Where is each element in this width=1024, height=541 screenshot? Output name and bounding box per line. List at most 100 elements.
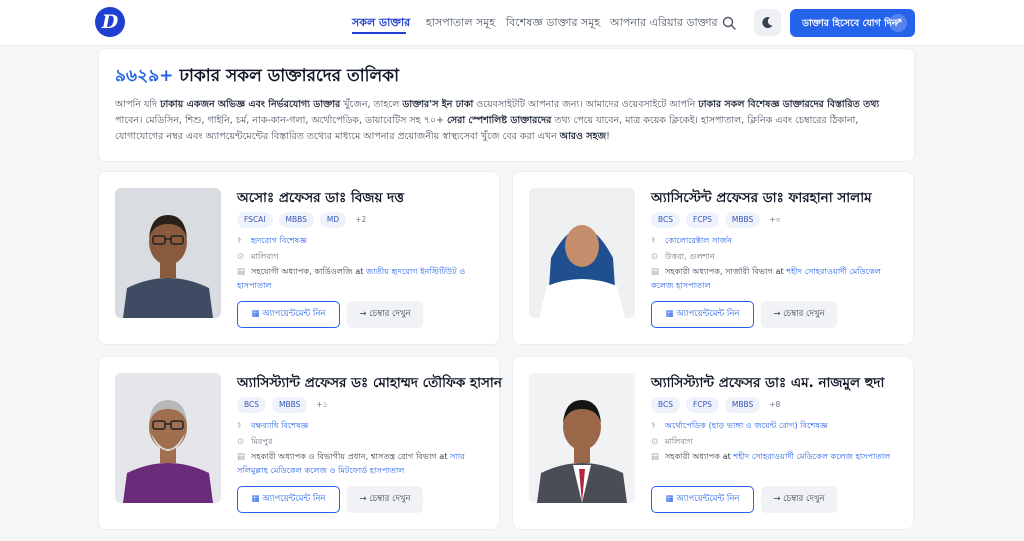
moon-icon xyxy=(762,17,773,29)
more-degrees-badge: +৩ xyxy=(769,215,781,224)
calendar-icon: ▦ xyxy=(665,309,677,319)
arrow-right-icon: → xyxy=(773,494,784,504)
location-row: ⊙ মিরপুর xyxy=(237,435,272,449)
view-chamber-button[interactable]: → চেম্বার দেখুন xyxy=(761,301,837,328)
specialty-row: ⚕ হৃদরোগ বিশেষজ্ঞ xyxy=(237,234,307,248)
at-text: at xyxy=(436,451,451,461)
degree-badge: MD xyxy=(319,212,347,228)
description-highlight: আরও সহজ xyxy=(559,131,607,142)
map-pin-icon: ⊙ xyxy=(651,437,659,447)
book-appointment-label: অ্যাপয়েন্টমেন্ট নিন xyxy=(262,309,326,319)
doctor-location: মালিবাগ xyxy=(251,251,279,261)
degree-badges: FSCAI MBBS MD +2 xyxy=(237,212,369,228)
view-chamber-label: চেম্বার দেখুন xyxy=(369,494,411,504)
degree-badges: BCS FCPS MBBS +8 xyxy=(651,397,783,413)
degree-badge: BCS xyxy=(237,397,267,413)
calendar-icon: ▦ xyxy=(251,309,263,319)
doctor-name[interactable]: অ্যাসিস্ট্যান্ট প্রফেসর ডাঃ এম. নাজমুল হ… xyxy=(651,372,884,395)
stethoscope-icon: ⚕ xyxy=(237,236,242,246)
degree-badge: BCS xyxy=(651,212,681,228)
book-appointment-button[interactable]: ▦ অ্যাপয়েন্টমেন্ট নিন xyxy=(237,301,340,328)
view-chamber-button[interactable]: → চেম্বার দেখুন xyxy=(347,301,423,328)
doctor-position: সহকারী অধ্যাপক, সার্জারী বিভাগ xyxy=(665,266,773,276)
doctor-specialty: হৃদরোগ বিশেষজ্ঞ xyxy=(251,235,307,245)
specialty-row: ⚕ বক্ষব্যাধি বিশেষজ্ঞ xyxy=(237,419,308,433)
location-row: ⊙ মালিবাগ xyxy=(237,250,279,264)
description-text: ! xyxy=(606,131,610,142)
book-appointment-label: অ্যাপয়েন্টমেন্ট নিন xyxy=(676,494,740,504)
description-highlight: ঢাকার সকল বিশেষজ্ঞ ডাক্তারদের বিস্তারিত … xyxy=(698,99,880,110)
degree-badges: BCS FCPS MBBS +৩ xyxy=(651,212,783,228)
view-chamber-label: চেম্বার দেখুন xyxy=(783,309,825,319)
doctor-name[interactable]: অসোঃ প্রফেসর ডাঃ বিজয় দত্ত xyxy=(237,187,404,210)
arrow-up-right-icon: ↗ xyxy=(889,14,907,32)
location-row: ⊙ মালিবাগ xyxy=(651,435,693,449)
doctor-photo xyxy=(115,188,221,318)
theme-toggle-button[interactable] xyxy=(754,9,781,36)
view-chamber-button[interactable]: → চেম্বার দেখুন xyxy=(761,486,837,513)
arrow-right-icon: → xyxy=(359,309,370,319)
building-icon: ▤ xyxy=(651,267,660,277)
nav-all-doctors[interactable]: সকল ডাক্তার xyxy=(352,14,410,33)
location-row: ⊙ উত্তরা, গুলশান xyxy=(651,250,715,264)
book-appointment-button[interactable]: ▦ অ্যাপয়েন্টমেন্ট নিন xyxy=(651,486,754,513)
degree-badge: FSCAI xyxy=(237,212,273,228)
doctor-card: অ্যাসিস্ট্যান্ট প্রফেসর ডঃ মোহাম্মদ তৌফি… xyxy=(98,356,502,530)
description-text: খুঁজেন, তাহলে xyxy=(340,99,403,110)
degree-badge: FCPS xyxy=(686,212,719,228)
book-appointment-button[interactable]: ▦ অ্যাপয়েন্টমেন্ট নিন xyxy=(237,486,340,513)
doctor-photo xyxy=(529,188,635,318)
doctor-institution[interactable]: শহীদ সোহরাওয়ার্দী মেডিকেল কলেজ হাসপাতাল xyxy=(733,451,890,461)
building-icon: ▤ xyxy=(237,452,246,462)
view-chamber-label: চেম্বার দেখুন xyxy=(783,494,825,504)
map-pin-icon: ⊙ xyxy=(237,252,245,262)
more-degrees-badge: +১ xyxy=(316,400,328,409)
workplace-row: ▤ সহকারী অধ্যাপক ও বিভাগীয় প্রধান, শ্বাস… xyxy=(237,450,487,477)
at-text: at xyxy=(772,266,787,276)
stethoscope-icon: ⚕ xyxy=(651,421,656,431)
doctor-card: অ্যাসিস্ট্যান্ট প্রফেসর ডাঃ এম. নাজমুল হ… xyxy=(512,356,914,530)
join-as-doctor-label: ডাক্তার হিসেবে যোগ দিন xyxy=(802,18,898,29)
more-degrees-badge: +8 xyxy=(769,400,781,409)
at-text: at xyxy=(719,451,734,461)
description-highlight: ঢাকায় একজন অভিজ্ঞ এবং নির্ভরযোগ্য ডাক্ত… xyxy=(160,99,341,110)
doctor-name[interactable]: অ্যাসিস্টেন্ট প্রফেসর ডাঃ ফারহানা সালাম xyxy=(651,187,872,210)
degree-badge: MBBS xyxy=(272,397,308,413)
doctor-name[interactable]: অ্যাসিস্ট্যান্ট প্রফেসর ডঃ মোহাম্মদ তৌফি… xyxy=(237,372,502,395)
map-pin-icon: ⊙ xyxy=(237,437,245,447)
arrow-right-icon: → xyxy=(773,309,784,319)
view-chamber-button[interactable]: → চেম্বার দেখুন xyxy=(347,486,423,513)
stethoscope-icon: ⚕ xyxy=(651,236,656,246)
degree-badge: FCPS xyxy=(686,397,719,413)
site-logo[interactable]: D xyxy=(95,7,125,37)
doctor-location: মালিবাগ xyxy=(665,436,693,446)
description-text: পাবেন। মেডিসিন, শিশু, গাইনি, চর্ম, নাক-ক… xyxy=(115,115,448,126)
description-text: আপনি যদি xyxy=(115,99,161,110)
join-as-doctor-button[interactable]: ডাক্তার হিসেবে যোগ দিন ↗ xyxy=(790,9,915,37)
page-description: আপনি যদি ঢাকায় একজন অভিজ্ঞ এবং নির্ভরযো… xyxy=(115,97,905,145)
doctor-location: উত্তরা, গুলশান xyxy=(665,251,715,261)
arrow-right-icon: → xyxy=(359,494,370,504)
nav-specialist-doctors[interactable]: বিশেষজ্ঞ ডাক্তার সমূহ xyxy=(506,14,600,33)
map-pin-icon: ⊙ xyxy=(651,252,659,262)
doctor-specialty: বক্ষব্যাধি বিশেষজ্ঞ xyxy=(251,420,309,430)
building-icon: ▤ xyxy=(651,452,660,462)
book-appointment-label: অ্যাপয়েন্টমেন্ট নিন xyxy=(676,309,740,319)
doctor-location: মিরপুর xyxy=(251,436,273,446)
degree-badge: MBBS xyxy=(724,212,761,228)
nav-hospitals[interactable]: হাসপাতাল সমূহ xyxy=(426,14,495,33)
search-icon[interactable] xyxy=(722,15,736,30)
description-text: ওয়েবসাইটটি আপনার জন্য। আমাদের ওয়েবসাইট… xyxy=(473,99,699,110)
doctor-photo xyxy=(115,373,221,503)
doctor-card: অসোঃ প্রফেসর ডাঃ বিজয় দত্ত FSCAI MBBS MD +2… xyxy=(98,171,500,345)
top-navbar: D সকল ডাক্তার হাসপাতাল সমূহ বিশেষজ্ঞ ডাক… xyxy=(0,0,1024,46)
view-chamber-label: চেম্বার দেখুন xyxy=(369,309,411,319)
doctor-photo xyxy=(529,373,635,503)
nav-area-doctors[interactable]: আপনার এরিয়ার ডাক্তার xyxy=(610,14,718,33)
degree-badge: BCS xyxy=(651,397,681,413)
workplace-row: ▤ সহকারী অধ্যাপক, সার্জারী বিভাগ at শহীদ … xyxy=(651,265,901,292)
book-appointment-button[interactable]: ▦ অ্যাপয়েন্টমেন্ট নিন xyxy=(651,301,754,328)
specialty-row: ⚕ অর্থোপেডিক (হাড় ভাঙ্গা ও জয়েন্ট রোগ) … xyxy=(651,419,828,433)
building-icon: ▤ xyxy=(237,267,246,277)
at-text: at xyxy=(352,266,367,276)
